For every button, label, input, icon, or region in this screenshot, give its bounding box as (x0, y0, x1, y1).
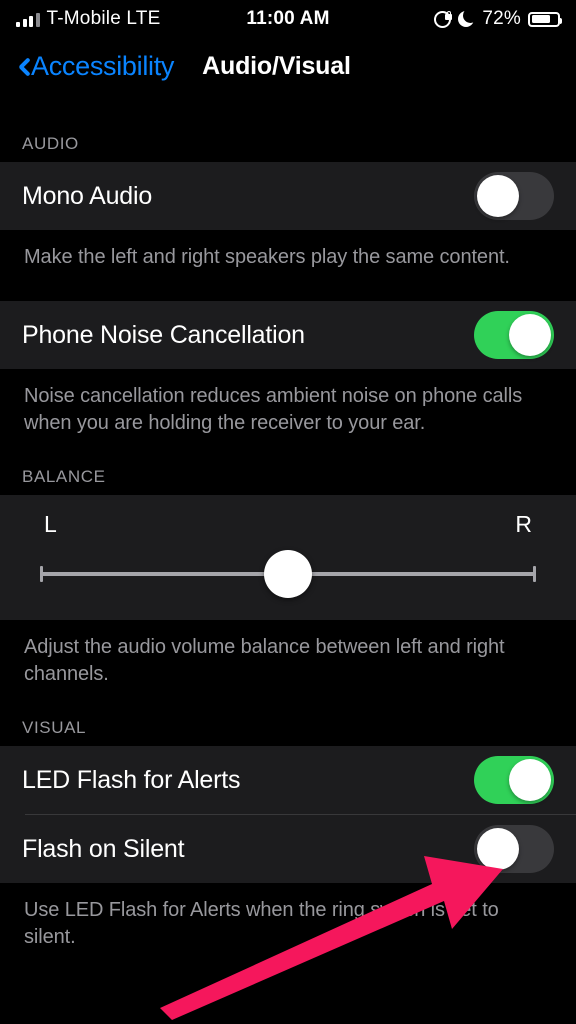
led-flash-row[interactable]: LED Flash for Alerts (0, 746, 576, 814)
back-button-label: Accessibility (31, 50, 175, 81)
page-title: Audio/Visual (202, 51, 351, 80)
mono-audio-label: Mono Audio (22, 181, 153, 210)
toggle-knob (477, 175, 519, 217)
balance-card: L R (0, 495, 576, 620)
flash-on-silent-row[interactable]: Flash on Silent (0, 815, 576, 883)
balance-endpoint-labels: L R (40, 511, 536, 538)
mono-audio-row[interactable]: Mono Audio (0, 162, 576, 230)
section-header-visual: VISUAL (22, 718, 87, 737)
chevron-left-icon (14, 55, 27, 78)
do-not-disturb-moon-icon (458, 10, 476, 28)
visual-card: LED Flash for Alerts Flash on Silent (0, 746, 576, 883)
status-bar-clock: 11:00 AM (246, 8, 330, 29)
balance-gap (0, 437, 576, 467)
noise-cancellation-card: Phone Noise Cancellation (0, 301, 576, 369)
toggle-knob (509, 314, 551, 356)
signal-bars-icon (16, 12, 40, 27)
navigation-bar: Accessibility Audio/Visual (0, 38, 576, 94)
status-bar: T-Mobile LTE 11:00 AM 72% (0, 0, 576, 38)
slider-thumb[interactable] (264, 550, 312, 598)
status-bar-left: T-Mobile LTE (16, 8, 246, 30)
back-button[interactable]: Accessibility (14, 51, 174, 82)
iphone-screen: T-Mobile LTE 11:00 AM 72% Accessibility … (0, 0, 576, 1024)
status-bar-right: 72% (330, 8, 562, 30)
visual-footer: Use LED Flash for Alerts when the ring s… (24, 899, 499, 948)
toggle-knob (509, 759, 551, 801)
flash-on-silent-toggle[interactable] (474, 825, 554, 873)
mono-audio-card: Mono Audio (0, 162, 576, 230)
visual-gap (0, 688, 576, 718)
audio-gap (0, 271, 576, 301)
led-flash-toggle[interactable] (474, 756, 554, 804)
noise-cancellation-row[interactable]: Phone Noise Cancellation (0, 301, 576, 369)
slider-cap-right (533, 566, 536, 582)
battery-percent-label: 72% (482, 8, 521, 29)
balance-slider[interactable] (40, 550, 536, 598)
led-flash-label: LED Flash for Alerts (22, 765, 241, 794)
toggle-knob (477, 828, 519, 870)
carrier-label: T-Mobile LTE (46, 8, 161, 29)
section-header-audio: AUDIO (22, 134, 79, 153)
slider-cap-left (40, 566, 43, 582)
mono-audio-footer: Make the left and right speakers play th… (24, 246, 510, 268)
nav-content-gap (0, 94, 576, 134)
balance-footer: Adjust the audio volume balance between … (24, 636, 505, 685)
balance-right-label: R (515, 511, 532, 537)
flash-on-silent-label: Flash on Silent (22, 834, 185, 863)
battery-icon (528, 11, 562, 27)
balance-left-label: L (44, 511, 57, 537)
section-header-balance: BALANCE (22, 467, 106, 486)
noise-cancellation-toggle[interactable] (474, 311, 554, 359)
rotation-lock-icon (434, 10, 453, 28)
noise-cancellation-footer: Noise cancellation reduces ambient noise… (24, 385, 523, 434)
mono-audio-toggle[interactable] (474, 172, 554, 220)
noise-cancellation-label: Phone Noise Cancellation (22, 320, 305, 349)
